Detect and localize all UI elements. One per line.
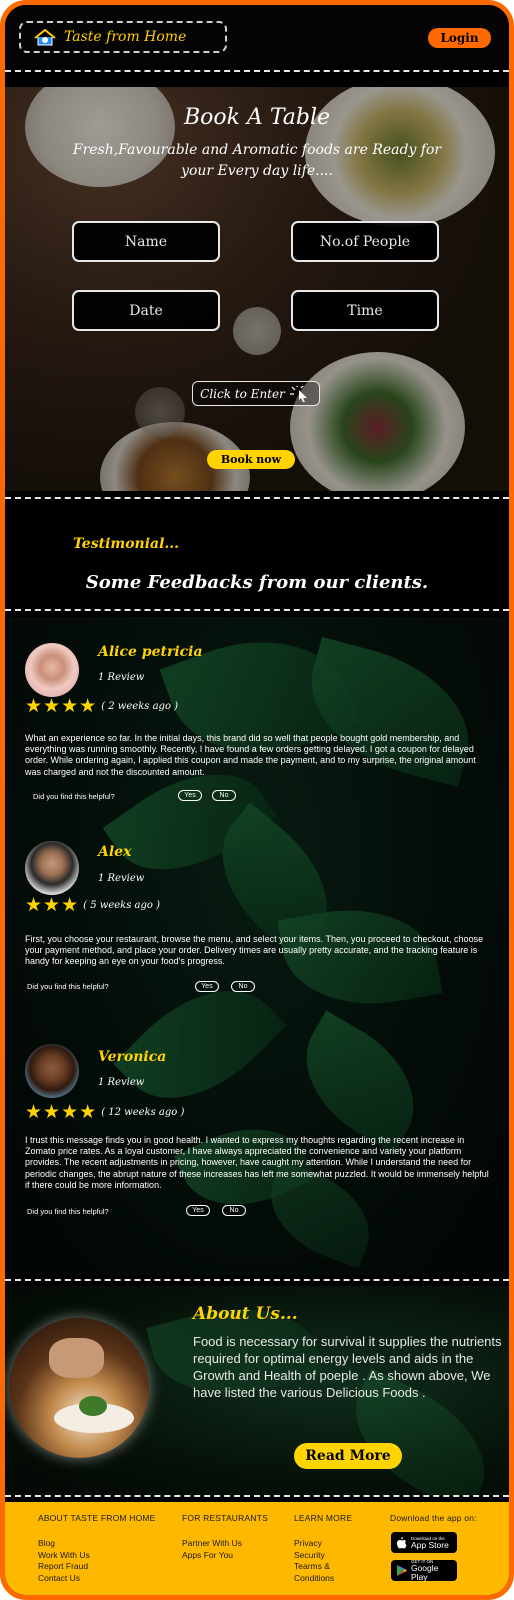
helpful-no-button[interactable]: No <box>212 790 236 801</box>
divider <box>5 497 509 499</box>
apple-icon <box>397 1536 407 1548</box>
review-time: ( 12 weeks ago ) <box>101 1107 185 1118</box>
footer-col-learn: LEARN MORE Privacy Security Tearms & Con… <box>294 1513 352 1584</box>
star-icon: ★ <box>43 695 61 717</box>
review-text: First, you choose your restaurant, brows… <box>25 934 484 967</box>
read-more-button[interactable]: Read More <box>294 1443 402 1469</box>
about-section: About Us... Food is necessary for surviv… <box>5 1286 509 1496</box>
star-icon: ★ <box>43 1101 61 1123</box>
garnish-image <box>79 1396 107 1416</box>
enter-label: Click to Enter <box>200 386 285 401</box>
google-play-icon <box>397 1565 407 1576</box>
star-icon: ★ <box>25 894 43 916</box>
divider <box>5 609 509 611</box>
footer-link-work[interactable]: Work With Us <box>38 1550 156 1562</box>
reviewer-name: Alice petricia <box>98 644 203 660</box>
star-icon: ★ <box>61 695 79 717</box>
footer-heading: LEARN MORE <box>294 1513 353 1523</box>
chef-plating-image <box>9 1318 149 1458</box>
booking-subtitle: Fresh,Favourable and Aromatic foods are … <box>72 142 442 179</box>
reviewer-name: Veronica <box>98 1049 167 1065</box>
app-store-button[interactable]: Download on the App Store <box>391 1532 457 1553</box>
divider <box>5 70 509 72</box>
footer-link-security[interactable]: Security <box>294 1550 352 1562</box>
star-rating: ★★★★ ( 2 weeks ago ) <box>25 697 178 716</box>
hand-image <box>49 1338 104 1378</box>
footer-link-blog[interactable]: Blog <box>38 1538 156 1550</box>
avatar <box>25 1044 79 1098</box>
star-icon: ★ <box>79 1101 97 1123</box>
divider <box>5 1495 509 1497</box>
home-logo-icon <box>34 28 56 46</box>
helpful-question: Did you find this helpful? <box>27 1207 109 1216</box>
star-icon: ★ <box>43 894 61 916</box>
star-icon: ★ <box>79 695 97 717</box>
reviews-section: Alice petricia 1 Review ★★★★ ( 2 weeks a… <box>5 617 509 1275</box>
helpful-no-button[interactable]: No <box>231 981 255 992</box>
helpful-question: Did you find this helpful? <box>33 792 115 801</box>
review-text: What an experience so far. In the initia… <box>25 733 476 777</box>
helpful-yes-button[interactable]: Yes <box>178 790 202 801</box>
reviewer-name: Alex <box>98 844 132 860</box>
people-field[interactable]: No.of People <box>291 221 439 262</box>
review-count: 1 Review <box>98 672 145 683</box>
star-icon: ★ <box>25 1101 43 1123</box>
footer-link-partner[interactable]: Partner With Us <box>182 1538 268 1550</box>
review-text: I trust this message finds you in good h… <box>25 1135 489 1190</box>
helpful-question: Did you find this helpful? <box>27 982 109 991</box>
helpful-yes-button[interactable]: Yes <box>186 1205 210 1216</box>
page-frame: Taste from Home Login Book A Table Fresh… <box>0 0 514 1600</box>
footer-heading: ABOUT TASTE FROM HOME <box>38 1513 156 1523</box>
footer-link-contact[interactable]: Contact Us <box>38 1573 156 1585</box>
brand-logo-box[interactable]: Taste from Home <box>19 21 227 53</box>
divider <box>5 1279 509 1281</box>
footer: ABOUT TASTE FROM HOME Blog Work With Us … <box>5 1502 509 1595</box>
star-rating: ★★★★ ( 12 weeks ago ) <box>25 1103 184 1122</box>
review-count: 1 Review <box>98 873 145 884</box>
google-play-label: Google Play <box>410 1563 439 1582</box>
footer-heading: FOR RESTAURANTS <box>182 1513 268 1523</box>
about-title: About Us... <box>193 1304 298 1324</box>
star-icon: ★ <box>25 695 43 717</box>
avatar <box>25 643 79 697</box>
footer-link-privacy[interactable]: Privacy <box>294 1538 352 1550</box>
app-store-label: App Store <box>411 1539 449 1550</box>
helpful-yes-button[interactable]: Yes <box>195 981 219 992</box>
testimonial-title: Some Feedbacks from our clients. <box>85 572 429 593</box>
testimonial-label: Testimonial... <box>73 536 180 552</box>
date-field[interactable]: Date <box>72 290 220 331</box>
review-time: ( 2 weeks ago ) <box>101 701 179 712</box>
footer-link-apps[interactable]: Apps For You <box>182 1550 268 1562</box>
avatar <box>25 841 79 895</box>
footer-col-about: ABOUT TASTE FROM HOME Blog Work With Us … <box>38 1513 156 1584</box>
star-icon: ★ <box>61 894 79 916</box>
star-icon: ★ <box>61 1101 79 1123</box>
booking-hero: Book A Table Fresh,Favourable and Aromat… <box>5 87 509 491</box>
booking-title: Book A Table <box>183 105 331 130</box>
cursor-click-icon <box>289 385 307 402</box>
helpful-no-button[interactable]: No <box>222 1205 246 1216</box>
footer-link-conditions[interactable]: Conditions <box>294 1573 352 1585</box>
google-play-button[interactable]: GET IT ON Google Play <box>391 1559 457 1582</box>
login-button[interactable]: Login <box>428 28 491 48</box>
footer-link-fraud[interactable]: Report Fraud <box>38 1561 156 1573</box>
name-field[interactable]: Name <box>72 221 220 262</box>
about-text: Food is necessary for survival it suppli… <box>193 1334 502 1400</box>
footer-heading: Download the app on: <box>390 1513 477 1523</box>
brand-name: Taste from Home <box>64 29 187 45</box>
star-rating: ★★★ ( 5 weeks ago ) <box>25 896 160 915</box>
review-count: 1 Review <box>98 1077 145 1088</box>
review-time: ( 5 weeks ago ) <box>83 900 160 911</box>
click-to-enter-button[interactable]: Click to Enter <box>192 381 320 406</box>
footer-col-restaurants: FOR RESTAURANTS Partner With Us Apps For… <box>182 1513 268 1561</box>
book-now-button[interactable]: Book now <box>207 450 295 469</box>
time-field[interactable]: Time <box>291 290 439 331</box>
top-header: Taste from Home Login <box>5 5 509 65</box>
footer-link-terms[interactable]: Tearms & <box>294 1561 352 1573</box>
